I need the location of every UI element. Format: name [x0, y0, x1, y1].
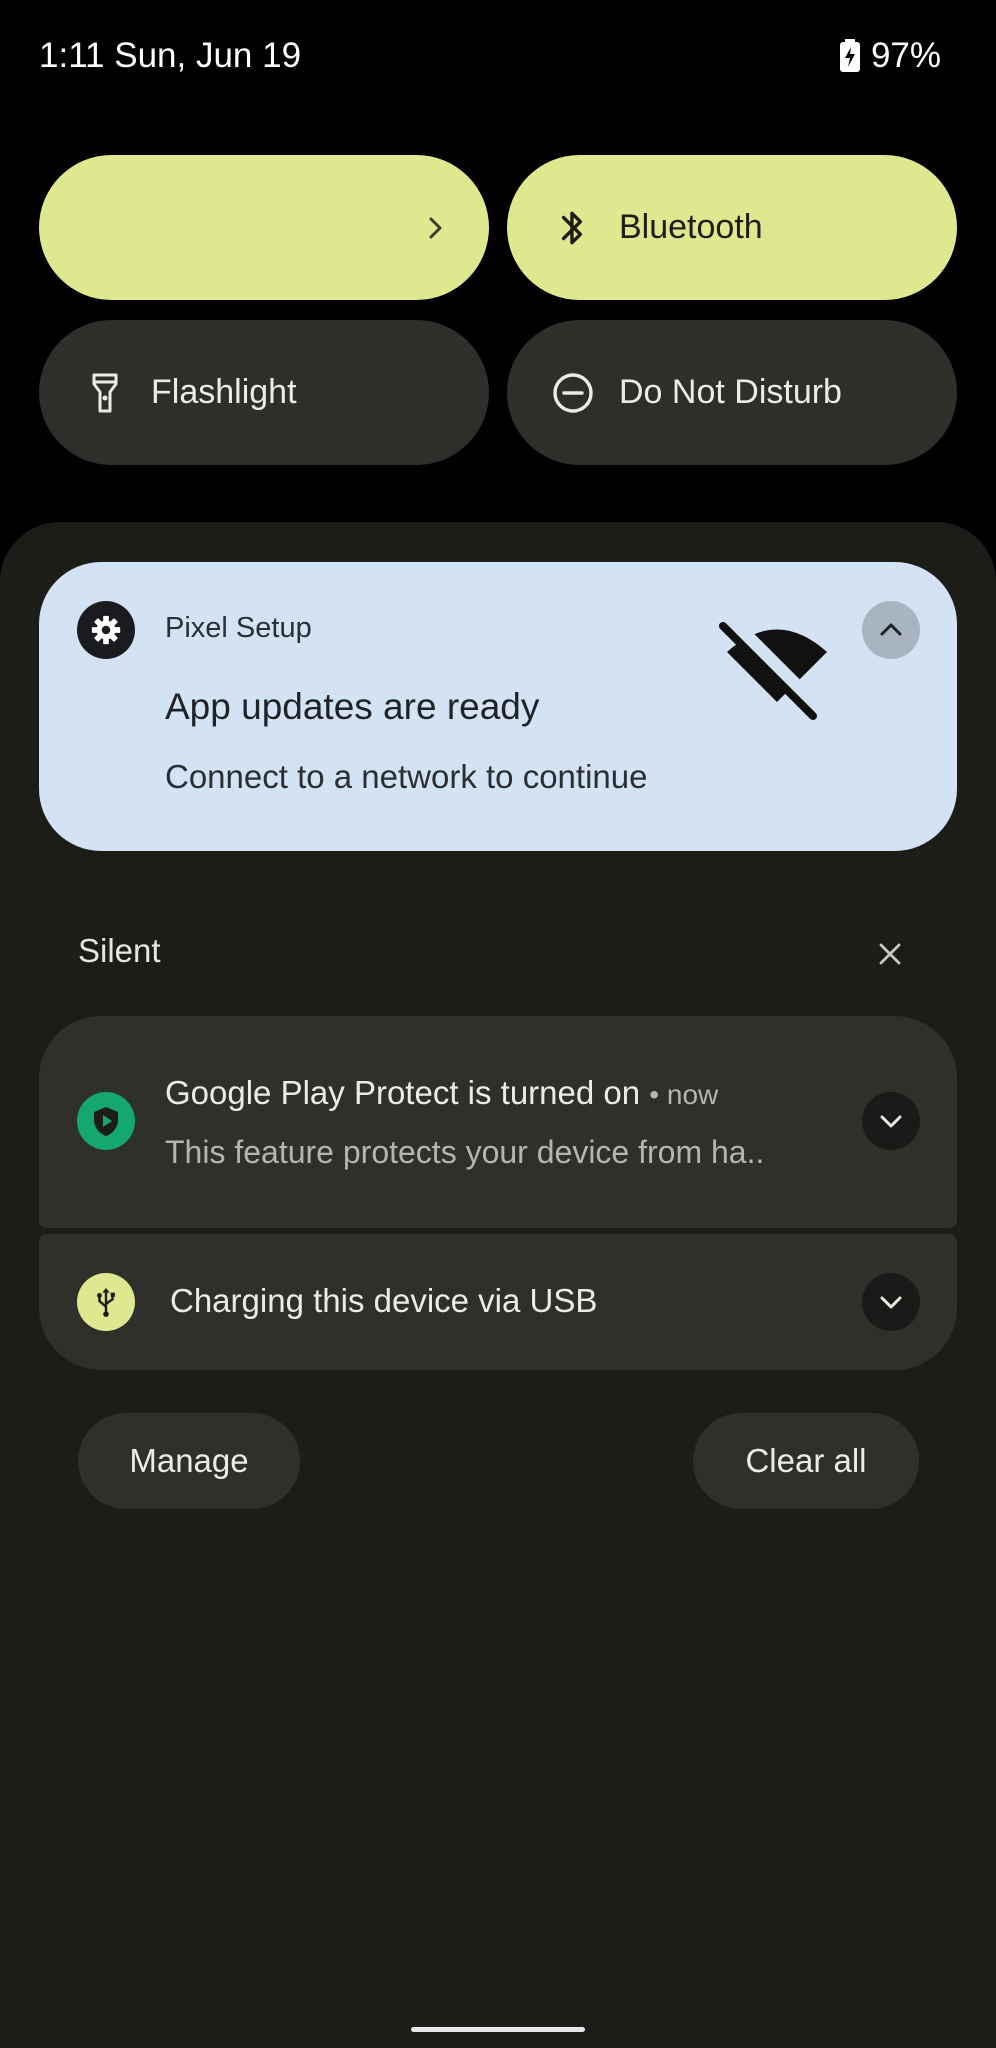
expand-button[interactable] [862, 1273, 920, 1331]
do-not-disturb-icon [549, 369, 597, 417]
expand-button[interactable] [862, 1092, 920, 1150]
bluetooth-icon [549, 204, 597, 252]
chevron-right-icon [429, 217, 442, 238]
status-right: 97% [839, 36, 941, 76]
gear-icon [77, 601, 135, 659]
notification-title: Charging this device via USB [170, 1282, 598, 1319]
status-time-date: 1:11 Sun, Jun 19 [39, 36, 302, 75]
usb-icon [77, 1273, 135, 1331]
tile-label-do-not-disturb: Do Not Disturb [619, 373, 842, 411]
notification-time: • now [649, 1079, 719, 1110]
notification-title-text: Google Play Protect is turned on [165, 1074, 641, 1111]
quick-tile-network[interactable] [39, 155, 489, 300]
tile-label-bluetooth: Bluetooth [619, 208, 763, 246]
battery-charging-icon [839, 39, 860, 72]
play-protect-icon [77, 1092, 135, 1150]
battery-percent: 97% [870, 36, 941, 75]
flashlight-icon [81, 369, 129, 417]
notification-text: This feature protects your device from h… [165, 1134, 765, 1170]
close-icon [879, 943, 901, 965]
pixel-setup-notification[interactable]: Pixel Setup App updates are ready Connec… [39, 562, 957, 851]
wifi-off-icon [719, 612, 827, 720]
notification-text: Connect to a network to continue [165, 758, 648, 795]
notification-time-value: now [666, 1079, 719, 1110]
usb-charging-notification[interactable]: Charging this device via USB [39, 1234, 957, 1370]
chevron-down-icon [880, 1115, 902, 1128]
notification-title: Google Play Protect is turned on • now [165, 1074, 718, 1112]
silent-close-button[interactable] [870, 934, 910, 974]
quick-tile-do-not-disturb[interactable]: Do Not Disturb [507, 320, 957, 465]
tile-label-flashlight: Flashlight [151, 373, 297, 411]
notification-app-name: Pixel Setup [165, 612, 312, 644]
collapse-button[interactable] [862, 601, 920, 659]
chevron-down-icon [880, 1296, 902, 1309]
silent-section-label: Silent [78, 932, 161, 969]
chevron-up-icon [880, 623, 902, 636]
notification-title: App updates are ready [165, 686, 540, 727]
play-protect-notification[interactable]: Google Play Protect is turned on • now T… [39, 1016, 957, 1228]
quick-tile-bluetooth[interactable]: Bluetooth [507, 155, 957, 300]
clear-all-button[interactable]: Clear all [693, 1413, 919, 1509]
quick-tile-flashlight[interactable]: Flashlight [39, 320, 489, 465]
manage-button[interactable]: Manage [78, 1413, 300, 1509]
status-bar: 1:11 Sun, Jun 19 97% [0, 0, 996, 115]
home-indicator[interactable] [411, 2027, 585, 2032]
